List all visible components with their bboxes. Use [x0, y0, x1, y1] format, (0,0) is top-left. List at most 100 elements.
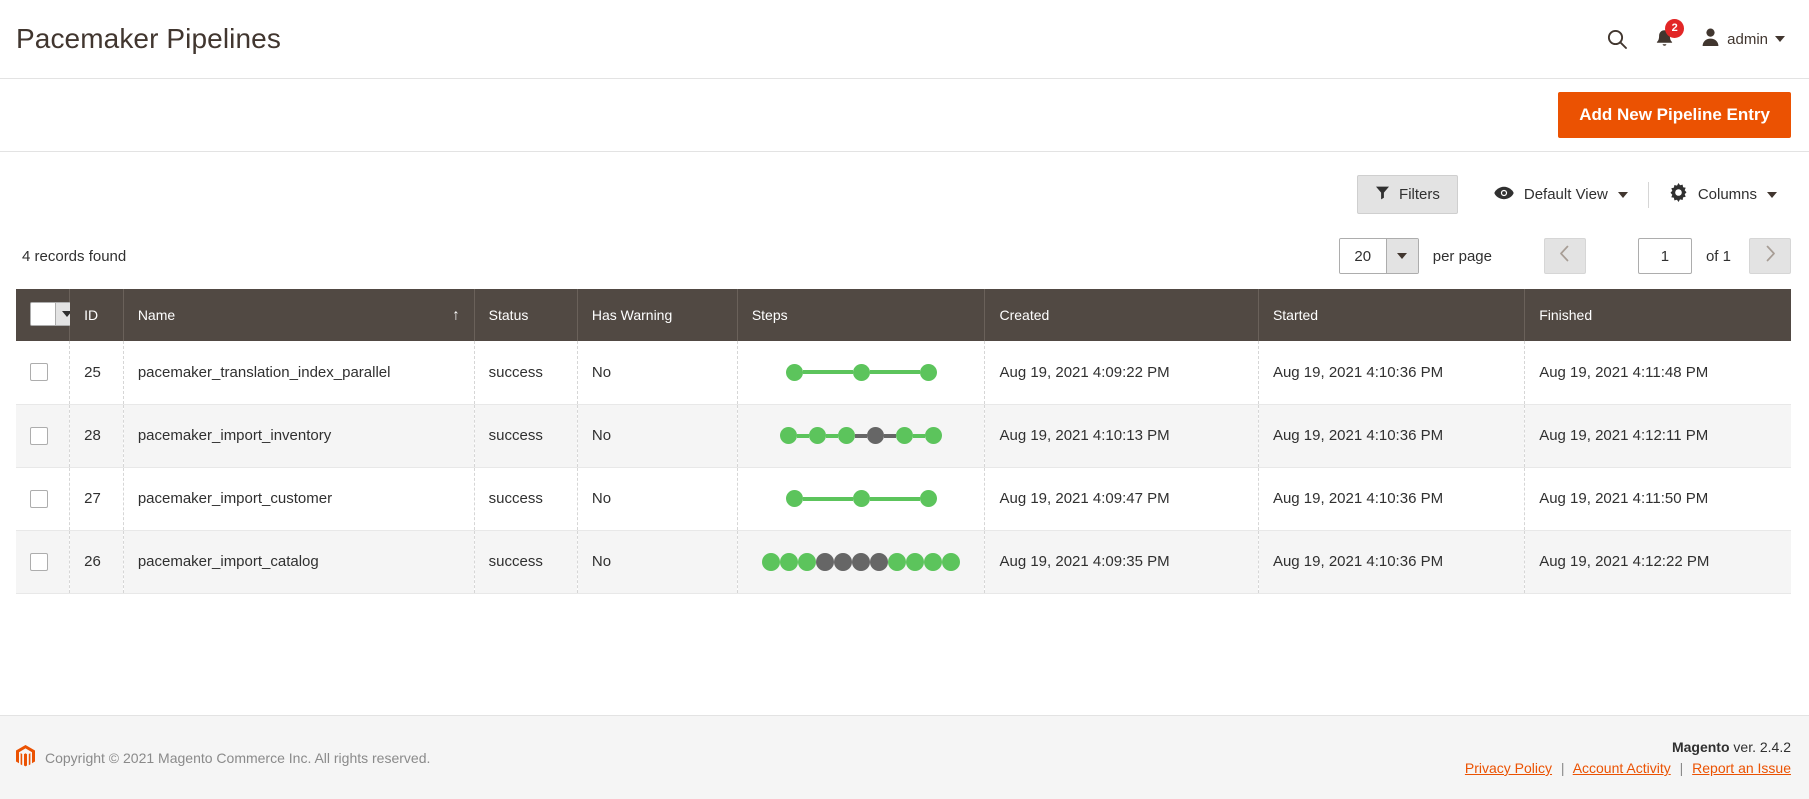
column-header-select-all[interactable]: [16, 289, 78, 341]
step-connector: [826, 433, 839, 438]
chevron-down-icon: [1617, 191, 1628, 198]
steps-visualization: [752, 488, 971, 510]
columns-dropdown[interactable]: Columns: [1655, 174, 1791, 215]
cell-id: 27: [69, 467, 124, 531]
cell-name: pacemaker_import_inventory: [123, 404, 475, 468]
next-page-button[interactable]: [1749, 238, 1791, 274]
search-icon[interactable]: [1606, 28, 1628, 50]
page-title: Pacemaker Pipelines: [16, 23, 281, 54]
step-connector: [884, 433, 897, 438]
default-view-dropdown[interactable]: Default View: [1480, 177, 1642, 213]
step-connector: [869, 496, 920, 501]
column-header-name-label: Name: [137, 307, 176, 323]
filters-label: Filters: [1399, 186, 1440, 203]
step-node-green: [942, 552, 961, 571]
chevron-left-icon: [1559, 245, 1570, 267]
cell-id: 26: [69, 530, 124, 594]
cell-steps: [737, 530, 986, 594]
page-footer: Copyright © 2021 Magento Commerce Inc. A…: [0, 715, 1809, 799]
column-header-id[interactable]: ID: [69, 289, 124, 341]
step-node-green: [780, 552, 799, 571]
pipelines-table: ID Name ↑ Status Has Warning Steps Creat…: [16, 289, 1791, 594]
row-checkbox[interactable]: [30, 552, 48, 571]
table-header-row: ID Name ↑ Status Has Warning Steps Creat…: [16, 289, 1791, 341]
column-header-status[interactable]: Status: [474, 289, 578, 341]
cell-id: 25: [69, 341, 124, 405]
row-select-cell[interactable]: [16, 341, 71, 405]
add-new-pipeline-entry-button[interactable]: Add New Pipeline Entry: [1558, 91, 1791, 139]
table-body: 25 pacemaker_translation_index_parallel su…: [16, 341, 1791, 594]
row-select-cell[interactable]: [16, 467, 71, 531]
cell-created: Aug 19, 2021 4:09:47 PM: [984, 467, 1259, 531]
cell-started: Aug 19, 2021 4:10:36 PM: [1258, 467, 1526, 531]
chevron-down-icon: [1767, 191, 1777, 198]
cell-finished: Aug 19, 2021 4:12:22 PM: [1524, 530, 1791, 594]
toolbar-divider: [1647, 181, 1649, 208]
steps-visualization: [752, 361, 971, 383]
current-page-input[interactable]: [1637, 238, 1692, 274]
table-row[interactable]: 26 pacemaker_import_catalog success No Aug 1…: [16, 530, 1791, 594]
page-number-group: of 1: [1637, 238, 1745, 274]
cell-has-warning: No: [577, 341, 738, 405]
admin-user-menu[interactable]: admin: [1701, 27, 1785, 51]
steps-visualization: [752, 551, 971, 573]
cell-started: Aug 19, 2021 4:10:36 PM: [1258, 530, 1526, 594]
row-checkbox[interactable]: [30, 489, 48, 508]
step-node-green: [852, 363, 870, 381]
magento-logo-icon: [16, 745, 35, 770]
steps-visualization: [752, 425, 971, 447]
eye-icon: [1494, 186, 1514, 204]
report-an-issue-link[interactable]: Report an Issue: [1692, 760, 1791, 776]
step-node-green: [785, 363, 803, 381]
table-row[interactable]: 25 pacemaker_translation_index_parallel su…: [16, 341, 1791, 405]
step-connector: [802, 496, 853, 501]
step-node-green: [852, 490, 870, 507]
previous-page-button[interactable]: [1543, 238, 1586, 274]
step-node-green: [906, 552, 925, 571]
filters-button[interactable]: Filters: [1357, 175, 1458, 214]
funnel-icon: [1375, 185, 1390, 204]
column-header-has-warning[interactable]: Has Warning: [577, 289, 738, 341]
magento-version: Magento ver. 2.4.2: [1465, 739, 1791, 755]
row-checkbox[interactable]: [30, 426, 48, 445]
per-page-label: per page: [1432, 247, 1492, 265]
step-node-green: [809, 427, 827, 444]
header-tools: 2 admin: [1606, 19, 1791, 51]
column-header-steps[interactable]: Steps: [737, 289, 986, 341]
row-select-cell[interactable]: [16, 530, 71, 594]
privacy-policy-link[interactable]: Privacy Policy: [1465, 760, 1552, 776]
step-node-green: [798, 552, 817, 571]
column-header-name[interactable]: Name ↑: [123, 289, 475, 341]
step-node-green: [925, 427, 943, 444]
chevron-down-icon: [1385, 239, 1418, 273]
column-header-created[interactable]: Created: [984, 289, 1259, 341]
notifications-bell-icon[interactable]: 2: [1654, 19, 1685, 50]
page-header: Pacemaker Pipelines 2 admin: [0, 0, 1809, 78]
columns-label: Columns: [1697, 186, 1757, 203]
column-header-finished[interactable]: Finished: [1524, 289, 1791, 341]
cell-status: success: [474, 467, 578, 531]
cell-name: pacemaker_import_catalog: [123, 530, 475, 594]
cell-has-warning: No: [577, 404, 738, 468]
cell-steps: [737, 341, 986, 405]
total-pages-label: of 1: [1705, 247, 1731, 265]
step-node-gray: [834, 552, 853, 571]
cell-id: 28: [69, 404, 124, 468]
step-connector: [797, 433, 810, 438]
magento-brand-label: Magento: [1671, 739, 1730, 755]
user-avatar-icon: [1701, 27, 1720, 51]
table-row[interactable]: 28 pacemaker_import_inventory success No Aug…: [16, 404, 1791, 468]
account-activity-link[interactable]: Account Activity: [1573, 760, 1671, 776]
per-page-select[interactable]: 20: [1338, 238, 1419, 274]
grid-toolbar: Filters Default View Columns: [0, 152, 1809, 215]
cell-created: Aug 19, 2021 4:09:22 PM: [984, 341, 1259, 405]
copyright-block: Copyright © 2021 Magento Commerce Inc. A…: [16, 745, 430, 770]
row-select-cell[interactable]: [16, 404, 71, 468]
table-row[interactable]: 27 pacemaker_import_customer success No Aug …: [16, 467, 1791, 531]
checkbox-box: [31, 303, 55, 325]
column-header-started[interactable]: Started: [1258, 289, 1526, 341]
step-node-green: [919, 363, 937, 381]
row-checkbox[interactable]: [30, 363, 48, 382]
step-node-green: [785, 490, 803, 507]
footer-right-block: Magento ver. 2.4.2 Privacy Policy | Acco…: [1465, 739, 1791, 776]
